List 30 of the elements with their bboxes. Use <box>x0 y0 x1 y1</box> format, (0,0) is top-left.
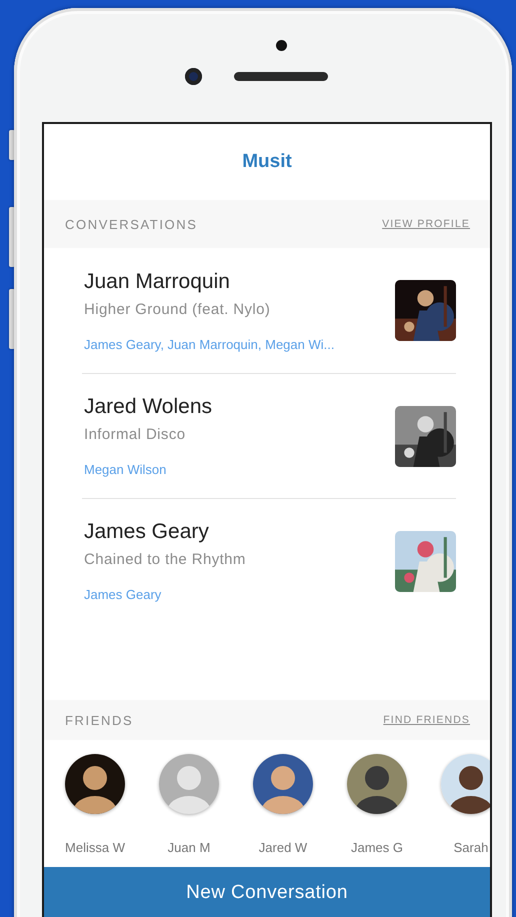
sensor-dot <box>276 40 287 51</box>
find-friends-link[interactable]: FIND FRIENDS <box>383 714 470 726</box>
camera-lens <box>185 68 202 85</box>
conversation-name: James Geary <box>84 519 210 545</box>
conversation-row[interactable]: Juan Marroquin Higher Ground (feat. Nylo) James Geary, Juan Marroquin, Megan Wi... <box>82 248 456 373</box>
friend-name[interactable]: Sarah <box>454 840 488 855</box>
avatar <box>347 754 407 814</box>
avatar <box>65 754 125 814</box>
view-profile-link[interactable]: VIEW PROFILE <box>382 218 470 230</box>
conversation-name: Jared Wolens <box>84 394 212 420</box>
avatar <box>253 754 313 814</box>
participants: Megan Wilson <box>84 462 168 478</box>
section-title: FRIENDS <box>65 712 134 728</box>
section-title: CONVERSATIONS <box>65 216 198 232</box>
participants: James Geary <box>84 587 162 603</box>
song-title: Chained to the Rhythm <box>84 551 246 569</box>
app-title: Musit <box>242 151 292 173</box>
friend-name[interactable]: Melissa W <box>65 840 125 855</box>
avatar <box>441 754 490 814</box>
song-title: Higher Ground (feat. Nylo) <box>84 300 272 318</box>
friend-name[interactable]: Jared W <box>258 840 308 855</box>
avatar <box>159 754 219 814</box>
friend-name[interactable]: James G <box>350 840 403 855</box>
friend-name[interactable]: Juan M <box>168 840 210 855</box>
new-conversation-button[interactable]: New Conversation <box>44 867 490 917</box>
conversation-row[interactable]: Jared Wolens Informal Disco Megan Wilson <box>82 373 456 498</box>
song-title: Informal Disco <box>84 426 186 444</box>
conversation-name: Juan Marroquin <box>84 268 231 294</box>
participants: James Geary, Juan Marroquin, Megan Wi... <box>84 336 334 352</box>
conversation-row[interactable]: James Geary Chained to the Rhythm James Geary <box>82 498 456 623</box>
